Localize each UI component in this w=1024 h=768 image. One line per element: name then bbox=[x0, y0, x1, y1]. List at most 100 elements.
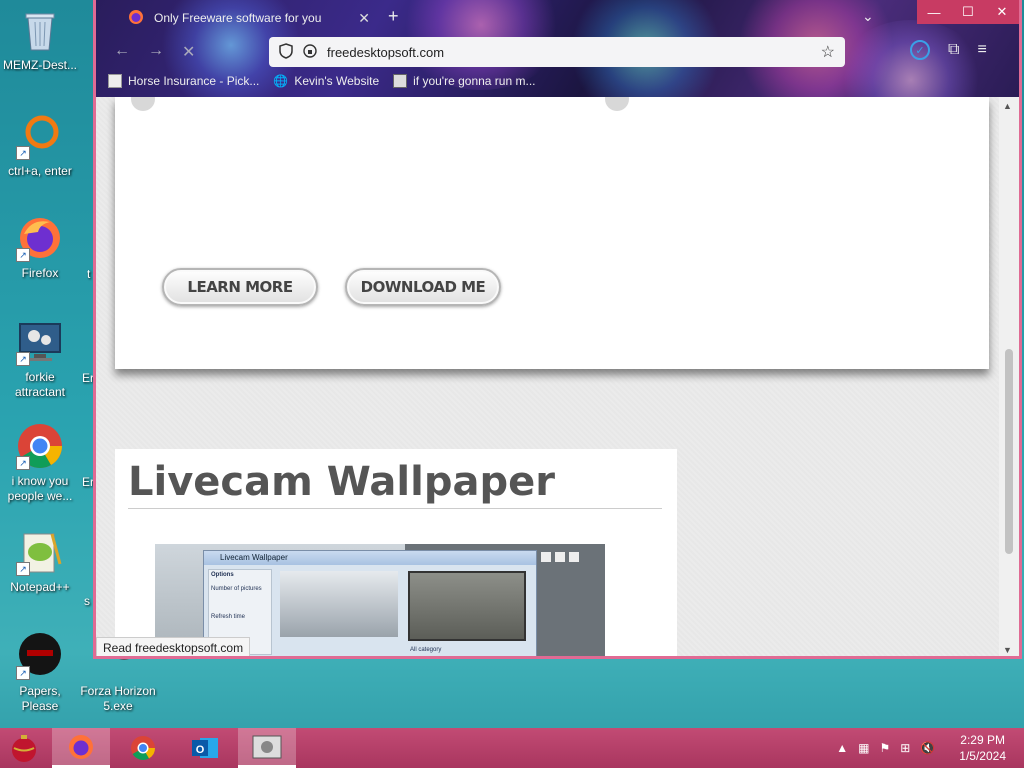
bookmark-item[interactable]: if you're gonna run m... bbox=[393, 74, 535, 88]
reload-icon[interactable]: ✕ bbox=[182, 42, 195, 62]
vertical-scrollbar[interactable]: ▲ ▼ bbox=[999, 97, 1019, 656]
desktop-icon-label: Notepad++ bbox=[10, 580, 70, 594]
slider-dot[interactable] bbox=[541, 552, 551, 562]
firefox-tab-icon bbox=[128, 9, 144, 28]
shortcut-arrow-icon: ↗ bbox=[16, 666, 30, 680]
category-label: All category bbox=[410, 647, 442, 653]
site-info-icon[interactable] bbox=[303, 43, 317, 61]
window-controls: — ☐ ✕ bbox=[917, 0, 1019, 24]
app-screenshot: Livecam Wallpaper Options Number of pict… bbox=[203, 550, 537, 656]
desktop-icon-recycle-bin[interactable]: MEMZ-Dest... bbox=[0, 6, 80, 73]
outlook-icon: O bbox=[192, 738, 218, 758]
clock[interactable]: 2:29 PM 1/5/2024 bbox=[959, 732, 1006, 764]
flag-icon[interactable]: ⚑ bbox=[880, 741, 891, 755]
url-text[interactable]: freedesktopsoft.com bbox=[327, 45, 444, 60]
bookmark-star-icon[interactable]: ☆ bbox=[821, 42, 835, 62]
taskbar-firefox[interactable] bbox=[52, 728, 110, 768]
taskbar-outlook[interactable]: O bbox=[176, 728, 234, 768]
chrome-icon bbox=[131, 736, 155, 761]
bookmarks-toolbar: Horse Insurance - Pick... 🌐 Kevin's Webs… bbox=[108, 74, 535, 88]
bookmark-item[interactable]: Horse Insurance - Pick... bbox=[108, 74, 259, 88]
square-thumbnail bbox=[408, 571, 526, 641]
desktop-icon-label: ctrl+a, enter bbox=[8, 164, 72, 178]
refresh-label: Refresh time bbox=[211, 614, 246, 620]
close-window-icon[interactable]: ✕ bbox=[985, 0, 1019, 24]
connection-icon[interactable]: ⊞ bbox=[900, 741, 910, 755]
slider-prev-icon[interactable] bbox=[131, 97, 155, 111]
divider bbox=[128, 508, 662, 509]
status-bar: Read freedesktopsoft.com bbox=[96, 637, 251, 656]
slider-dot[interactable] bbox=[569, 552, 579, 562]
tab-close-icon[interactable]: ✕ bbox=[358, 10, 370, 27]
bookmark-item[interactable]: 🌐 Kevin's Website bbox=[273, 74, 379, 88]
desktop-icon-ctrl-a-enter[interactable]: ↗ ctrl+a, enter bbox=[0, 112, 80, 179]
partial-icon-label: s bbox=[84, 594, 90, 608]
orange-ring-icon: ↗ bbox=[16, 112, 64, 160]
maximize-icon[interactable]: ☐ bbox=[951, 0, 985, 24]
desktop-icon-firefox[interactable]: ↗ Firefox bbox=[0, 214, 80, 281]
desktop-icon-label: forkie attractant bbox=[14, 370, 66, 399]
clock-date: 1/5/2024 bbox=[959, 749, 1006, 763]
extensions-puzzle-icon[interactable]: ⧉ bbox=[948, 41, 959, 59]
volume-muted-icon[interactable]: 🔇 bbox=[920, 741, 935, 755]
shortcut-arrow-icon: ↗ bbox=[16, 352, 30, 366]
back-arrow-icon[interactable]: ← bbox=[114, 42, 130, 62]
browser-window: Only Freeware software for you ✕ + ⌄ — ☐… bbox=[93, 0, 1022, 659]
page-icon bbox=[108, 74, 122, 88]
svg-text:O: O bbox=[196, 744, 205, 756]
bookmark-label: Kevin's Website bbox=[294, 74, 380, 88]
shortcut-arrow-icon: ↗ bbox=[16, 248, 30, 262]
clock-time: 2:29 PM bbox=[960, 733, 1005, 747]
forward-arrow-icon[interactable]: → bbox=[148, 42, 164, 62]
navigation-buttons: ← → ✕ bbox=[114, 42, 195, 62]
desktop-icon-chrome[interactable]: ↗ i know you people we... bbox=[0, 422, 80, 504]
notepadpp-icon: ↗ bbox=[16, 528, 64, 576]
chrome-icon: ↗ bbox=[16, 422, 64, 470]
learn-more-button[interactable]: LEARN MORE bbox=[162, 268, 318, 306]
taskbar-chrome[interactable] bbox=[114, 728, 172, 768]
desktop-icon-papers-please[interactable]: ↗ Papers, Please bbox=[0, 632, 80, 714]
network-icon[interactable]: ▦ bbox=[858, 741, 869, 755]
slider-dots bbox=[541, 552, 579, 562]
scroll-up-icon[interactable]: ▲ bbox=[1003, 101, 1012, 111]
section-title: Livecam Wallpaper bbox=[128, 459, 555, 505]
scrollbar-thumb[interactable] bbox=[1005, 349, 1013, 554]
hamburger-menu-icon[interactable]: ≡ bbox=[977, 41, 986, 59]
desktop-icon-forkie-attractant[interactable]: ↗ forkie attractant bbox=[0, 318, 80, 400]
taskbar-app-window[interactable] bbox=[238, 728, 296, 768]
address-bar[interactable]: freedesktopsoft.com ☆ bbox=[269, 37, 845, 67]
browser-tab[interactable]: Only Freeware software for you ✕ bbox=[118, 2, 380, 34]
download-me-button[interactable]: DOWNLOAD ME bbox=[345, 268, 501, 306]
shield-icon[interactable] bbox=[279, 42, 293, 62]
show-hidden-icons-icon[interactable]: ▲ bbox=[836, 741, 848, 755]
file-icon bbox=[393, 74, 408, 88]
ornament-start-icon bbox=[12, 735, 36, 762]
account-icon[interactable]: ✓ bbox=[910, 40, 930, 60]
firefox-icon: ↗ bbox=[16, 214, 64, 262]
computer-gears-icon: ↗ bbox=[16, 318, 64, 366]
list-tabs-chevron-icon[interactable]: ⌄ bbox=[862, 8, 874, 25]
shortcut-arrow-icon: ↗ bbox=[16, 562, 30, 576]
web-page: LEARN MORE DOWNLOAD ME Livecam Wallpaper… bbox=[96, 97, 999, 656]
new-tab-plus-icon[interactable]: + bbox=[388, 6, 399, 27]
slider-dot[interactable] bbox=[555, 552, 565, 562]
tab-title: Only Freeware software for you bbox=[154, 11, 322, 25]
shortcut-arrow-icon: ↗ bbox=[16, 456, 30, 470]
desktop-icon-label: MEMZ-Dest... bbox=[3, 58, 77, 72]
globe-icon: 🌐 bbox=[273, 74, 289, 88]
scroll-down-icon[interactable]: ▼ bbox=[1003, 645, 1012, 655]
minimize-icon[interactable]: — bbox=[917, 0, 951, 24]
shortcut-arrow-icon: ↗ bbox=[16, 146, 30, 160]
firefox-icon bbox=[69, 734, 93, 759]
desktop-icon-label: Firefox bbox=[21, 266, 59, 280]
slider-next-icon[interactable] bbox=[605, 97, 629, 111]
system-tray: ▲ ▦ ⚑ ⊞ 🔇 2:29 PM 1/5/2024 bbox=[836, 728, 1006, 768]
count-label: Number of pictures bbox=[211, 586, 262, 592]
taskbar: O ▲ ▦ ⚑ ⊞ 🔇 2:29 PM 1/5/2024 bbox=[0, 728, 1024, 768]
start-button[interactable] bbox=[0, 728, 48, 768]
content-card: LEARN MORE DOWNLOAD ME bbox=[115, 97, 989, 369]
window-app-icon bbox=[252, 735, 282, 758]
browser-toolbar: Only Freeware software for you ✕ + ⌄ — ☐… bbox=[96, 0, 1019, 97]
desktop-icon-notepadpp[interactable]: ↗ Notepad++ bbox=[0, 528, 80, 595]
desktop-icon-label: Papers, Please bbox=[19, 684, 61, 713]
